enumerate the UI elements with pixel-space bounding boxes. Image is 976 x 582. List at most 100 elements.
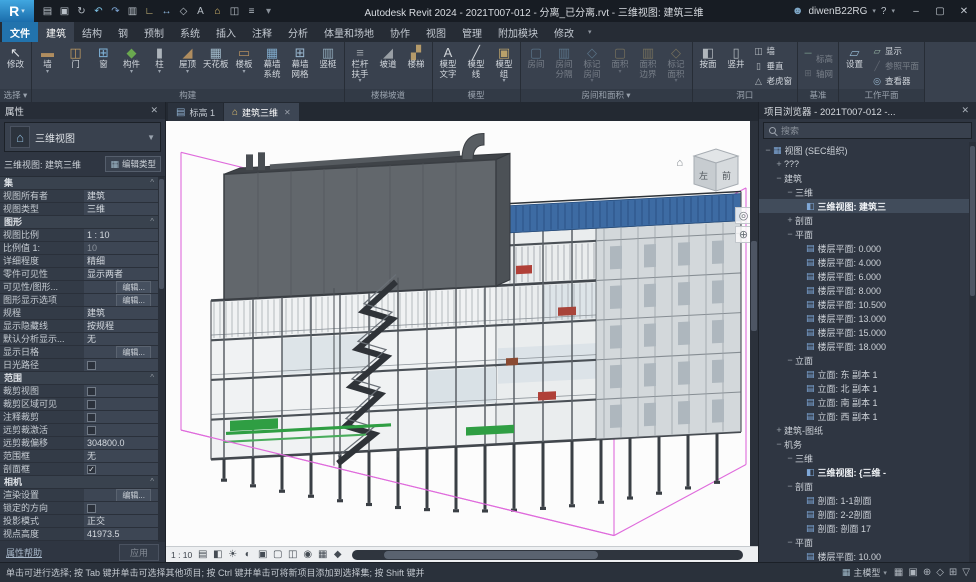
ribbon-button-stair[interactable]: ▞楼梯 bbox=[403, 43, 430, 89]
ribbon-button-ref-plane[interactable]: ╱参照平面 bbox=[869, 59, 922, 74]
viewcube-home-icon[interactable]: ⌂ bbox=[676, 157, 683, 169]
ribbon-button-set-workplane[interactable]: ▱设置 bbox=[841, 43, 868, 89]
property-value[interactable]: 编辑... bbox=[84, 281, 158, 293]
help-caret-icon[interactable]: ▾ bbox=[891, 7, 895, 15]
edit-button[interactable]: 编辑... bbox=[116, 346, 151, 358]
tree-item[interactable]: −立面 bbox=[759, 353, 969, 367]
shadows-icon[interactable]: ◐ bbox=[241, 549, 254, 560]
ribbon-tab-2[interactable]: 结构 bbox=[74, 22, 110, 42]
3d-model-view[interactable] bbox=[166, 121, 758, 546]
tree-item[interactable]: −剖面 bbox=[759, 479, 969, 493]
collapse-icon[interactable]: − bbox=[785, 187, 795, 197]
expand-icon[interactable]: + bbox=[774, 425, 784, 435]
collapse-icon[interactable]: − bbox=[785, 481, 795, 491]
tree-item[interactable]: ▤楼层平面: 13.000 bbox=[759, 311, 969, 325]
tree-item[interactable]: −机务 bbox=[759, 437, 969, 451]
ribbon-button-tag-room[interactable]: ◇标记房间▾ bbox=[579, 43, 606, 89]
checkbox[interactable] bbox=[87, 426, 96, 435]
sync-icon[interactable]: ↻ bbox=[74, 3, 89, 19]
tree-item[interactable]: ▤楼层平面: 10.00 bbox=[759, 549, 969, 562]
worksharing-display-icon[interactable]: ◆ bbox=[331, 549, 344, 560]
ribbon-tab-12[interactable]: 管理 bbox=[454, 22, 490, 42]
properties-help-link[interactable]: 属性帮助 bbox=[6, 546, 42, 559]
detail-level-icon[interactable]: ▤ bbox=[196, 549, 209, 560]
collapse-icon[interactable]: − bbox=[785, 355, 795, 365]
view-tab-0[interactable]: ▤标高 1 bbox=[168, 103, 223, 121]
tree-item[interactable]: −三维 bbox=[759, 451, 969, 465]
tree-item[interactable]: ▤立面: 西 副本 1 bbox=[759, 409, 969, 423]
browser-scrollbar[interactable] bbox=[969, 142, 976, 562]
ribbon-tab-4[interactable]: 预制 bbox=[136, 22, 172, 42]
browser-search-input[interactable]: 搜索 bbox=[763, 122, 972, 139]
property-section[interactable]: 范围^ bbox=[0, 372, 158, 385]
app-menu-button[interactable]: R ▾ bbox=[0, 0, 34, 22]
visual-style-icon[interactable]: ◧ bbox=[211, 549, 224, 560]
ribbon-tab-14[interactable]: 修改 bbox=[546, 22, 582, 42]
property-section[interactable]: 相机^ bbox=[0, 476, 158, 489]
property-section[interactable]: 集^ bbox=[0, 177, 158, 190]
temporary-hide-isolate-icon[interactable]: ◫ bbox=[286, 549, 299, 560]
collapse-chevron-icon[interactable]: ^ bbox=[146, 177, 158, 189]
design-options-icon[interactable]: ▣ bbox=[908, 567, 917, 578]
ribbon-button-door[interactable]: ◫门 bbox=[62, 43, 89, 89]
collapse-icon[interactable]: − bbox=[774, 439, 784, 449]
property-value[interactable] bbox=[84, 502, 158, 514]
property-value[interactable] bbox=[84, 424, 158, 436]
design-option-control[interactable]: ▦ 主模型 ▾ bbox=[842, 566, 887, 579]
user-avatar-icon[interactable]: ☻ bbox=[792, 5, 804, 17]
collapse-icon[interactable]: − bbox=[774, 173, 784, 183]
tree-item[interactable]: ▤楼层平面: 18.000 bbox=[759, 339, 969, 353]
tree-item[interactable]: ▤剖面: 1-1剖面 bbox=[759, 493, 969, 507]
open-icon[interactable]: ▤ bbox=[40, 3, 55, 19]
ribbon-button-vertical-opening[interactable]: ▯垂直 bbox=[751, 59, 796, 74]
thin-lines-icon[interactable]: ≡ bbox=[244, 3, 259, 19]
property-value[interactable]: 304800.0 bbox=[84, 437, 158, 449]
ribbon-tab-6[interactable]: 插入 bbox=[208, 22, 244, 42]
properties-scrollbar[interactable] bbox=[158, 177, 165, 542]
tree-item[interactable]: ▤楼层平面: 0.000 bbox=[759, 241, 969, 255]
select-links-icon[interactable]: ⊕ bbox=[923, 567, 931, 578]
ribbon-button-floor[interactable]: ▭楼板▾ bbox=[231, 43, 258, 89]
edit-button[interactable]: 编辑... bbox=[116, 294, 151, 306]
ribbon-button-area-boundary[interactable]: ▥面积边界 bbox=[635, 43, 662, 89]
drag-elements-icon[interactable]: ⊞ bbox=[949, 567, 957, 578]
ribbon-button-opening-by-face[interactable]: ◧按面 bbox=[695, 43, 722, 89]
default-3d-view-icon[interactable]: ⌂ bbox=[210, 3, 225, 19]
ribbon-button-window[interactable]: ⊞窗 bbox=[90, 43, 117, 89]
ribbon-button-component[interactable]: ◆构件▾ bbox=[118, 43, 145, 89]
property-value[interactable]: 建筑 bbox=[84, 307, 158, 319]
tree-item[interactable]: ▤立面: 东 副本 1 bbox=[759, 367, 969, 381]
property-value[interactable]: 编辑... bbox=[84, 346, 158, 358]
edit-button[interactable]: 编辑... bbox=[116, 489, 151, 501]
property-value[interactable]: 按规程 bbox=[84, 320, 158, 332]
ribbon-button-shaft[interactable]: ▯竖井 bbox=[723, 43, 750, 89]
tree-item[interactable]: +??? bbox=[759, 157, 969, 171]
aligned-dimension-icon[interactable]: ↔ bbox=[159, 3, 174, 19]
ribbon-button-model-group[interactable]: ▣模型组▾ bbox=[491, 43, 518, 89]
ribbon-tab-3[interactable]: 钢 bbox=[110, 22, 136, 42]
apply-button[interactable]: 应用 bbox=[119, 544, 159, 561]
tree-item[interactable]: ▤剖面: 2-2剖面 bbox=[759, 507, 969, 521]
section-icon[interactable]: ◫ bbox=[227, 3, 242, 19]
tree-item[interactable]: −平面 bbox=[759, 535, 969, 549]
tree-item[interactable]: +建筑-图纸 bbox=[759, 423, 969, 437]
ribbon-button-ramp[interactable]: ◢坡道 bbox=[375, 43, 402, 89]
viewport-horizontal-scrollbar[interactable] bbox=[352, 550, 743, 560]
tree-item[interactable]: ▤楼层平面: 8.000 bbox=[759, 283, 969, 297]
ribbon-button-ceiling[interactable]: ▦天花板 bbox=[202, 43, 230, 89]
property-value[interactable]: 编辑... bbox=[84, 294, 158, 306]
ribbon-button-room-separator[interactable]: ▥房间分隔 bbox=[551, 43, 578, 89]
tree-item[interactable]: −建筑 bbox=[759, 171, 969, 185]
property-value[interactable]: 编辑... bbox=[84, 489, 158, 501]
property-value[interactable]: 10 bbox=[84, 242, 158, 254]
ribbon-button-curtain-system[interactable]: ▦幕墙系统 bbox=[259, 43, 286, 89]
ribbon-button-level[interactable]: ▔标高 bbox=[800, 51, 836, 66]
edit-type-button[interactable]: ▦ 编辑类型 bbox=[105, 156, 161, 172]
property-section[interactable]: 图形^ bbox=[0, 216, 158, 229]
ribbon-tab-10[interactable]: 协作 bbox=[382, 22, 418, 42]
collapse-icon[interactable]: − bbox=[763, 145, 773, 155]
tree-item[interactable]: ▤立面: 南 副本 1 bbox=[759, 395, 969, 409]
view-tab-1[interactable]: ⌂建筑三维✕ bbox=[224, 103, 299, 121]
checkbox[interactable] bbox=[87, 361, 96, 370]
show-crop-icon[interactable]: ▢ bbox=[271, 549, 284, 560]
